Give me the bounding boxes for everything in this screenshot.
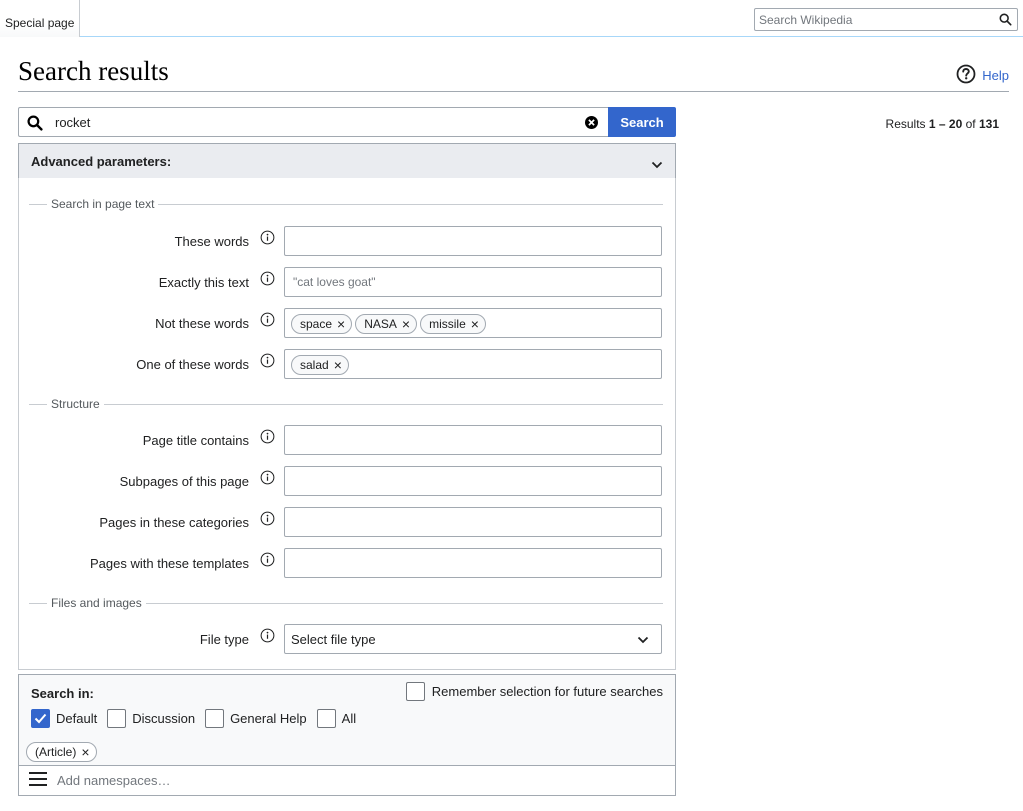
field-these-words: These words [19, 226, 675, 258]
chip-space: space × [291, 314, 353, 334]
advanced-parameters-panel: Search in page text These words Exactly … [18, 178, 676, 670]
tab-special-page-label: Special page [5, 16, 75, 30]
info-icon[interactable] [260, 511, 275, 529]
heading-divider [18, 91, 1009, 92]
chevron-down-icon [651, 157, 663, 172]
field-file-type: File type Select file type [19, 624, 675, 656]
chip-salad: salad × [291, 355, 349, 375]
main-search-input[interactable] [53, 108, 553, 136]
remember-checkbox[interactable] [405, 682, 425, 701]
field-exact-text: Exactly this text [19, 267, 675, 299]
checkbox-checked-icon[interactable] [31, 709, 50, 728]
chip-article: (Article) × [26, 742, 97, 762]
help-label: Help [982, 68, 1009, 83]
namespace-options: Default Discussion General Help All [31, 709, 360, 728]
add-namespaces-placeholder: Add namespaces… [57, 773, 171, 788]
wikipedia-search-input[interactable] [755, 9, 985, 30]
help-link[interactable]: Help [956, 64, 1009, 87]
file-type-selected: Select file type [291, 631, 376, 647]
field-page-title-contains: Page title contains [19, 425, 675, 457]
close-icon[interactable]: × [81, 745, 89, 759]
tab-special-page[interactable]: Special page [0, 0, 80, 37]
field-categories: Pages in these categories [19, 507, 675, 539]
main-search: Search [18, 107, 676, 137]
top-bar: Special page [0, 0, 1023, 38]
templates-input[interactable] [291, 550, 651, 576]
search-button[interactable]: Search [608, 107, 676, 137]
page-title-contains-input[interactable] [291, 427, 651, 453]
these-words-input[interactable] [291, 228, 651, 254]
file-type-select[interactable]: Select file type [284, 624, 662, 654]
namespace-discussion[interactable]: Discussion [107, 709, 195, 728]
menu-icon[interactable] [29, 772, 47, 789]
section-files-images: Files and images [29, 596, 663, 610]
search-icon [27, 115, 43, 134]
namespace-general-help[interactable]: General Help [205, 709, 307, 728]
info-icon[interactable] [260, 230, 275, 248]
info-icon[interactable] [260, 312, 275, 330]
checkbox[interactable] [205, 709, 225, 728]
wikipedia-search-box[interactable] [754, 8, 1018, 31]
namespace-default[interactable]: Default [31, 709, 97, 728]
close-icon[interactable]: × [402, 317, 410, 331]
info-icon[interactable] [260, 353, 275, 371]
search-in-panel: Search in: Remember selection for future… [18, 674, 676, 796]
add-namespaces-field[interactable]: Add namespaces… [19, 765, 675, 795]
close-icon[interactable]: × [471, 317, 479, 331]
subpages-field[interactable] [284, 466, 662, 496]
chevron-down-icon [637, 632, 649, 647]
exact-text-field[interactable] [284, 267, 662, 297]
field-not-these-words: Not these words space × NASA × missile × [19, 308, 675, 340]
clear-icon[interactable] [585, 116, 598, 132]
section-page-text: Search in page text [29, 197, 663, 211]
top-bar-divider [80, 36, 1023, 37]
page-title: Search results [18, 56, 169, 86]
results-count: Results 1 – 20 of 131 [885, 117, 999, 131]
categories-input[interactable] [291, 509, 651, 535]
close-icon[interactable]: × [334, 358, 342, 372]
search-in-label: Search in: [31, 686, 94, 701]
info-icon[interactable] [260, 271, 275, 289]
templates-field[interactable] [284, 548, 662, 578]
field-one-of-these-words: One of these words salad × [19, 349, 675, 381]
info-icon[interactable] [260, 628, 275, 646]
main-search-box[interactable] [18, 107, 608, 137]
info-icon[interactable] [260, 552, 275, 570]
one-of-these-words-field[interactable]: salad × [284, 349, 662, 379]
chip-missile: missile × [420, 314, 486, 334]
field-subpages: Subpages of this page [19, 466, 675, 498]
checkbox[interactable] [107, 709, 127, 728]
chip-nasa: NASA × [355, 314, 418, 334]
categories-field[interactable] [284, 507, 662, 537]
search-icon[interactable] [999, 13, 1012, 29]
close-icon[interactable]: × [337, 317, 345, 331]
advanced-parameters-title: Advanced parameters: [31, 153, 172, 169]
help-icon [956, 64, 976, 87]
these-words-field[interactable] [284, 226, 662, 256]
subpages-input[interactable] [291, 468, 651, 494]
checkbox[interactable] [316, 709, 336, 728]
info-icon[interactable] [260, 470, 275, 488]
not-these-words-field[interactable]: space × NASA × missile × [284, 308, 662, 338]
field-templates: Pages with these templates [19, 548, 675, 580]
exact-text-input[interactable] [291, 269, 651, 295]
namespace-all[interactable]: All [316, 709, 356, 728]
section-structure: Structure [29, 397, 663, 411]
advanced-parameters-toggle[interactable]: Advanced parameters: [18, 143, 676, 179]
page-title-contains-field[interactable] [284, 425, 662, 455]
remember-selection[interactable]: Remember selection for future searches [405, 682, 663, 701]
info-icon[interactable] [260, 429, 275, 447]
